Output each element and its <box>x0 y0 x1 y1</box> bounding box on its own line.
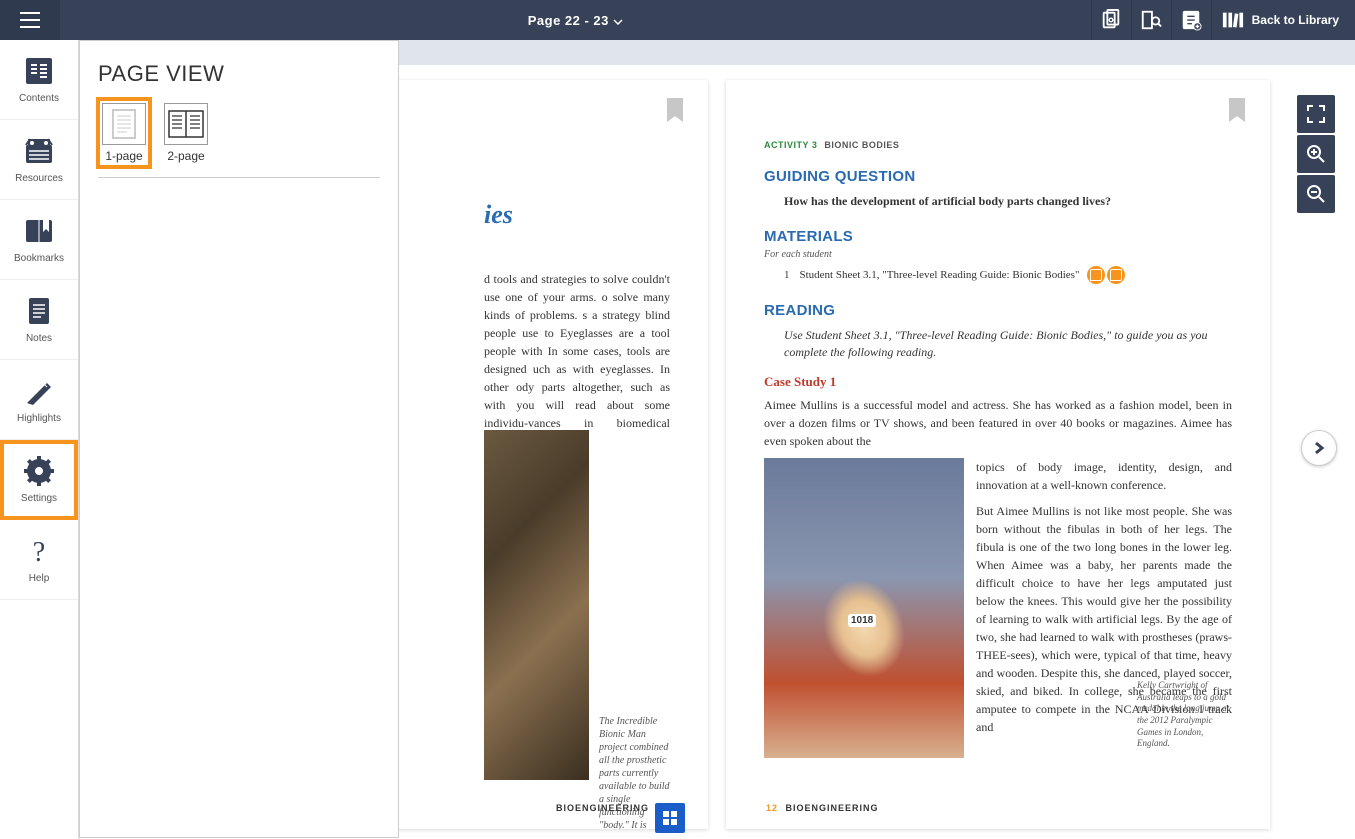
bookmark-tab-right[interactable] <box>1228 98 1246 129</box>
next-page-button[interactable] <box>1301 430 1337 466</box>
bookmarks-icon <box>23 215 55 247</box>
bookmark-tab-left[interactable] <box>666 98 684 129</box>
back-to-library-label: Back to Library <box>1252 13 1339 27</box>
menu-button[interactable] <box>0 0 60 40</box>
resource-links <box>1087 266 1125 284</box>
zoom-in-button[interactable] <box>1297 135 1335 173</box>
materials-heading: MATERIALS <box>764 228 1232 245</box>
case-body-2a: topics of body image, identity, design, … <box>976 458 1232 494</box>
activity-header: ACTIVITY 3 BIONIC BODIES <box>764 140 1232 150</box>
gear-icon <box>23 455 55 487</box>
case-study-body-1: Aimee Mullins is a successful model and … <box>764 396 1232 450</box>
thumbnail-grid-button[interactable] <box>655 803 685 833</box>
sidebar-item-label: Contents <box>19 93 59 104</box>
single-page-icon <box>102 103 146 145</box>
materials-sub: For each student <box>764 249 1232 260</box>
sidebar-item-resources[interactable]: Resources <box>0 120 78 200</box>
resource-link-icon[interactable] <box>1107 266 1125 284</box>
double-page-icon <box>164 103 208 145</box>
sidebar-item-label: Bookmarks <box>14 253 64 264</box>
page-left-footer: BIOENGINEERING 11 <box>556 803 668 813</box>
top-bar: Page 22 - 23 Back to Library <box>0 0 1355 40</box>
page-view-option-label: 2-page <box>167 149 204 163</box>
page-right-footer: 12 BIOENGINEERING <box>766 803 879 813</box>
fullscreen-button[interactable] <box>1297 95 1335 133</box>
page-left-footer-text: BIOENGINEERING <box>556 803 649 813</box>
sidebar-item-help[interactable]: ? Help <box>0 520 78 600</box>
guiding-question-text: How has the development of artificial bo… <box>784 193 1232 210</box>
notes-icon <box>23 295 55 327</box>
contents-icon <box>23 55 55 87</box>
athlete-caption: Kelly Cartwright of Australia leaps to a… <box>1137 680 1232 750</box>
page-left-title-fragment: ies <box>484 200 513 230</box>
case-study-heading: Case Study 1 <box>764 374 1232 390</box>
sidebar-item-label: Notes <box>26 333 52 344</box>
sidebar-item-notes[interactable]: Notes <box>0 280 78 360</box>
help-icon: ? <box>23 535 55 567</box>
svg-text:?: ? <box>33 537 45 567</box>
page-left-image <box>484 430 589 780</box>
materials-item: 1 Student Sheet 3.1, "Three-level Readin… <box>784 266 1232 284</box>
top-right-tools: Back to Library <box>1091 0 1355 40</box>
page-view-option-1page[interactable]: 1-page <box>98 99 150 167</box>
resources-icon <box>23 135 55 167</box>
library-icon <box>1222 10 1244 30</box>
page-right-footer-num: 12 <box>766 803 778 813</box>
materials-item-num: 1 <box>784 269 790 281</box>
activity-tag: ACTIVITY 3 <box>764 140 817 150</box>
page-view-options: 1-page 2-page <box>98 99 380 178</box>
copy-link-button[interactable] <box>1091 0 1131 40</box>
sidebar-item-bookmarks[interactable]: Bookmarks <box>0 200 78 280</box>
page-view-option-2page[interactable]: 2-page <box>160 99 212 167</box>
athlete-image <box>764 458 964 758</box>
resource-link-icon[interactable] <box>1087 266 1105 284</box>
sidebar: Contents Resources Bookmarks Notes Highl… <box>0 40 79 839</box>
page-right: ACTIVITY 3 BIONIC BODIES GUIDING QUESTIO… <box>726 80 1270 829</box>
materials-item-text: Student Sheet 3.1, "Three-level Reading … <box>800 269 1080 281</box>
zoom-out-button[interactable] <box>1297 175 1335 213</box>
sidebar-item-label: Resources <box>15 173 63 184</box>
add-note-button[interactable] <box>1171 0 1211 40</box>
guiding-question-heading: GUIDING QUESTION <box>764 168 1232 185</box>
view-controls <box>1297 95 1335 213</box>
page-indicator-label: Page 22 - 23 <box>528 13 609 28</box>
sidebar-item-label: Highlights <box>17 413 61 424</box>
page-left-body: d tools and strategies to solve couldn't… <box>484 270 670 450</box>
sidebar-item-label: Help <box>29 573 50 584</box>
sidebar-item-highlights[interactable]: Highlights <box>0 360 78 440</box>
activity-title: BIONIC BODIES <box>824 140 899 150</box>
page-view-option-label: 1-page <box>105 149 142 163</box>
page-right-footer-text: BIOENGINEERING <box>786 803 879 813</box>
reading-heading: READING <box>764 302 1232 319</box>
back-to-library-button[interactable]: Back to Library <box>1211 0 1355 40</box>
highlights-icon <box>23 375 55 407</box>
page-view-title: PAGE VIEW <box>98 61 380 87</box>
sidebar-item-label: Settings <box>21 493 57 504</box>
page-view-panel: PAGE VIEW 1-page 2-page <box>79 40 399 838</box>
page-indicator[interactable]: Page 22 - 23 <box>60 13 1091 28</box>
search-book-button[interactable] <box>1131 0 1171 40</box>
reading-instructions: Use Student Sheet 3.1, "Three-level Read… <box>784 327 1232 361</box>
sidebar-item-contents[interactable]: Contents <box>0 40 78 120</box>
chevron-down-icon <box>613 13 623 28</box>
sidebar-item-settings[interactable]: Settings <box>0 440 78 520</box>
